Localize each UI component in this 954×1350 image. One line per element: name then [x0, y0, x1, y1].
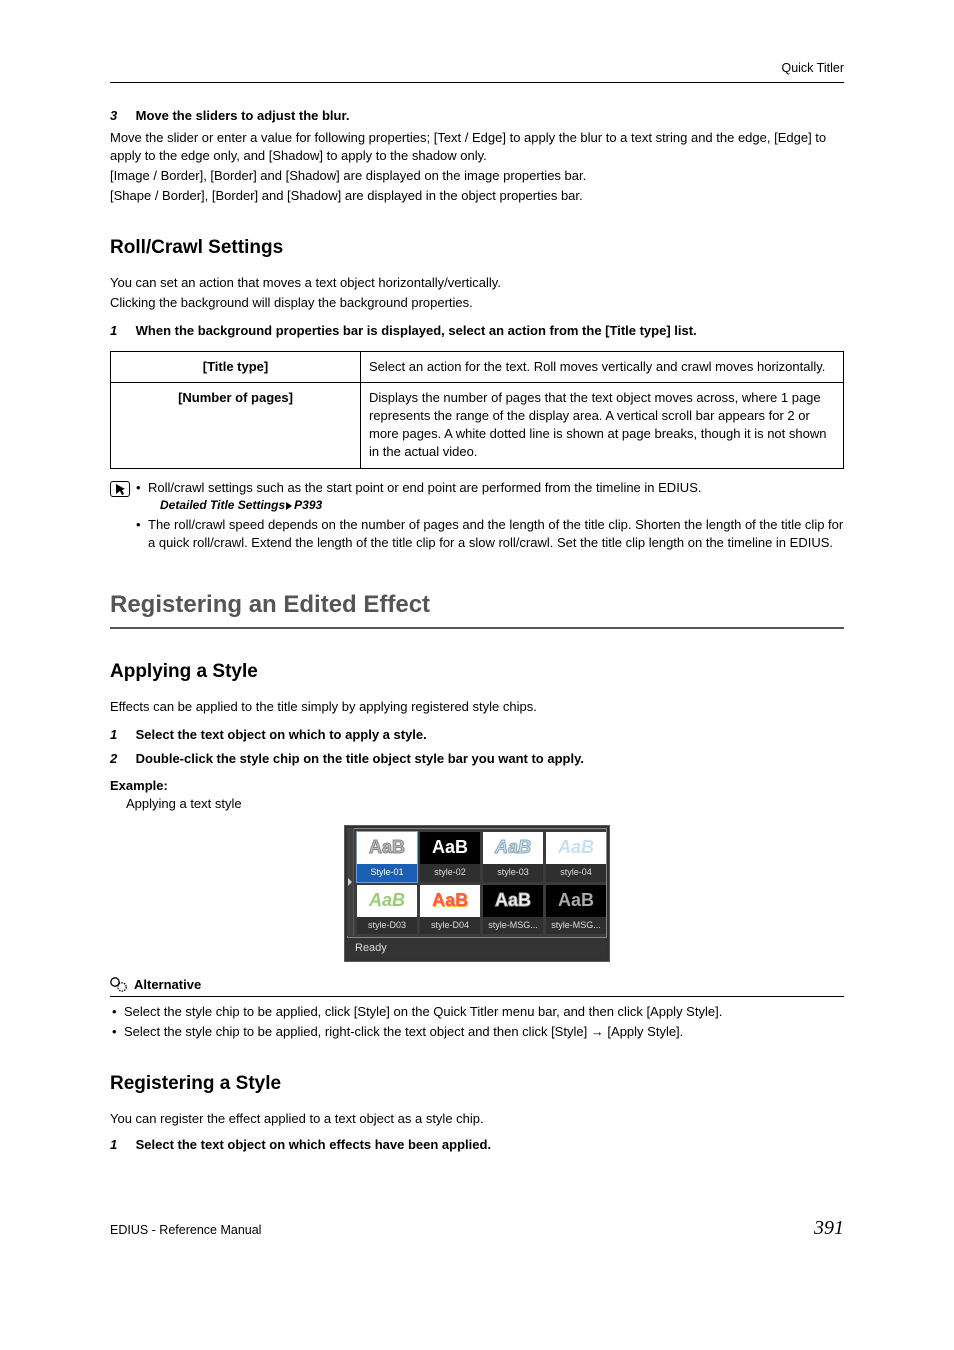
style-chip[interactable]: AaB style-D03: [357, 885, 417, 935]
style-chip-label: Style-01: [357, 864, 417, 882]
style-chip-label: style-04: [546, 864, 606, 882]
status-bar: Ready: [347, 938, 607, 958]
note-text: Roll/crawl settings such as the start po…: [148, 480, 701, 495]
style-bar-panel: AaB Style-01 AaB style-02 AaB style-03 A…: [344, 825, 610, 962]
style-thumb: AaB: [546, 832, 606, 864]
apply-step1: 1 Select the text object on which to app…: [110, 726, 844, 744]
regstyle-step1: 1 Select the text object on which effect…: [110, 1136, 844, 1154]
step-number: 1: [110, 726, 132, 744]
style-chip-label: style-MSG...: [483, 917, 543, 935]
style-thumb: AaB: [420, 885, 480, 917]
note-item: The roll/crawl speed depends on the numb…: [136, 516, 844, 552]
style-chip-label: style-D03: [357, 917, 417, 935]
style-chip-label: style-MSG...: [546, 917, 606, 935]
alternative-list: Select the style chip to be applied, cli…: [110, 1003, 844, 1041]
roll-p2: Clicking the background will display the…: [110, 294, 844, 312]
regstyle-intro: You can register the effect applied to a…: [110, 1110, 844, 1128]
example-text: Applying a text style: [110, 795, 844, 813]
style-chip-label: style-02: [420, 864, 480, 882]
properties-table: [Title type] Select an action for the te…: [110, 351, 844, 469]
step3-p3: [Shape / Border], [Border] and [Shadow] …: [110, 187, 844, 205]
apply-step2: 2 Double-click the style chip on the tit…: [110, 750, 844, 768]
footer-page-number: 391: [814, 1214, 844, 1242]
example-label: Example:: [110, 777, 844, 795]
cell-value: Select an action for the text. Roll move…: [361, 351, 844, 382]
roll-p1: You can set an action that moves a text …: [110, 274, 844, 292]
footer-doc-title: EDIUS - Reference Manual: [110, 1222, 261, 1240]
step-number: 2: [110, 750, 132, 768]
regstyle-heading: Registering a Style: [110, 1071, 844, 1098]
style-thumb: AaB: [483, 832, 543, 864]
header-rule: [110, 82, 844, 83]
style-chip[interactable]: AaB style-MSG...: [546, 885, 606, 935]
table-row: [Number of pages] Displays the number of…: [111, 382, 844, 468]
note-item: Roll/crawl settings such as the start po…: [136, 479, 844, 514]
style-chip[interactable]: AaB style-02: [420, 832, 480, 882]
cell-label: [Title type]: [111, 351, 361, 382]
alternative-title: Alternative: [134, 976, 201, 994]
style-chip[interactable]: AaB style-D04: [420, 885, 480, 935]
xref-page: P393: [294, 498, 322, 512]
step-title: Double-click the style chip on the title…: [136, 751, 584, 766]
cell-label: [Number of pages]: [111, 382, 361, 468]
step3-p2: [Image / Border], [Border] and [Shadow] …: [110, 167, 844, 185]
h1-rule: [110, 627, 844, 629]
arrow-right-icon: [286, 502, 292, 510]
step-number: 1: [110, 322, 132, 340]
step-number: 3: [110, 107, 132, 125]
header-section: Quick Titler: [110, 60, 844, 78]
step-title: Select the text object on which effects …: [136, 1137, 491, 1152]
apply-intro: Effects can be applied to the title simp…: [110, 698, 844, 716]
style-thumb: AaB: [546, 885, 606, 917]
step-number: 1: [110, 1136, 132, 1154]
roll-step1: 1 When the background properties bar is …: [110, 322, 844, 340]
style-chip[interactable]: AaB style-MSG...: [483, 885, 543, 935]
note-icon: [110, 481, 130, 497]
step-title: When the background properties bar is di…: [136, 323, 697, 338]
list-item: Select the style chip to be applied, rig…: [110, 1023, 844, 1041]
step-3: 3 Move the sliders to adjust the blur.: [110, 107, 844, 125]
step-title: Select the text object on which to apply…: [136, 727, 427, 742]
style-thumb: AaB: [483, 885, 543, 917]
table-row: [Title type] Select an action for the te…: [111, 351, 844, 382]
xref-label: Detailed Title Settings: [160, 498, 285, 512]
page-footer: EDIUS - Reference Manual 391: [110, 1214, 844, 1242]
collapse-handle[interactable]: [347, 828, 354, 936]
style-thumb: AaB: [357, 885, 417, 917]
alternative-heading-row: Alternative: [110, 976, 844, 997]
step-title: Move the sliders to adjust the blur.: [136, 108, 350, 123]
register-heading: Registering an Edited Effect: [110, 588, 844, 622]
step3-p1: Move the slider or enter a value for fol…: [110, 129, 844, 165]
roll-heading: Roll/Crawl Settings: [110, 235, 844, 262]
style-thumb: AaB: [357, 832, 417, 864]
alternative-icon: [110, 977, 128, 993]
style-chip[interactable]: AaB Style-01: [357, 832, 417, 882]
style-chip-label: style-D04: [420, 917, 480, 935]
style-thumb: AaB: [420, 832, 480, 864]
style-chip[interactable]: AaB style-04: [546, 832, 606, 882]
list-item: Select the style chip to be applied, cli…: [110, 1003, 844, 1021]
style-chip-label: style-03: [483, 864, 543, 882]
note-block: Roll/crawl settings such as the start po…: [110, 479, 844, 554]
cross-reference[interactable]: Detailed Title Settings P393: [148, 497, 844, 514]
apply-heading: Applying a Style: [110, 659, 844, 686]
cell-value: Displays the number of pages that the te…: [361, 382, 844, 468]
style-chip[interactable]: AaB style-03: [483, 832, 543, 882]
